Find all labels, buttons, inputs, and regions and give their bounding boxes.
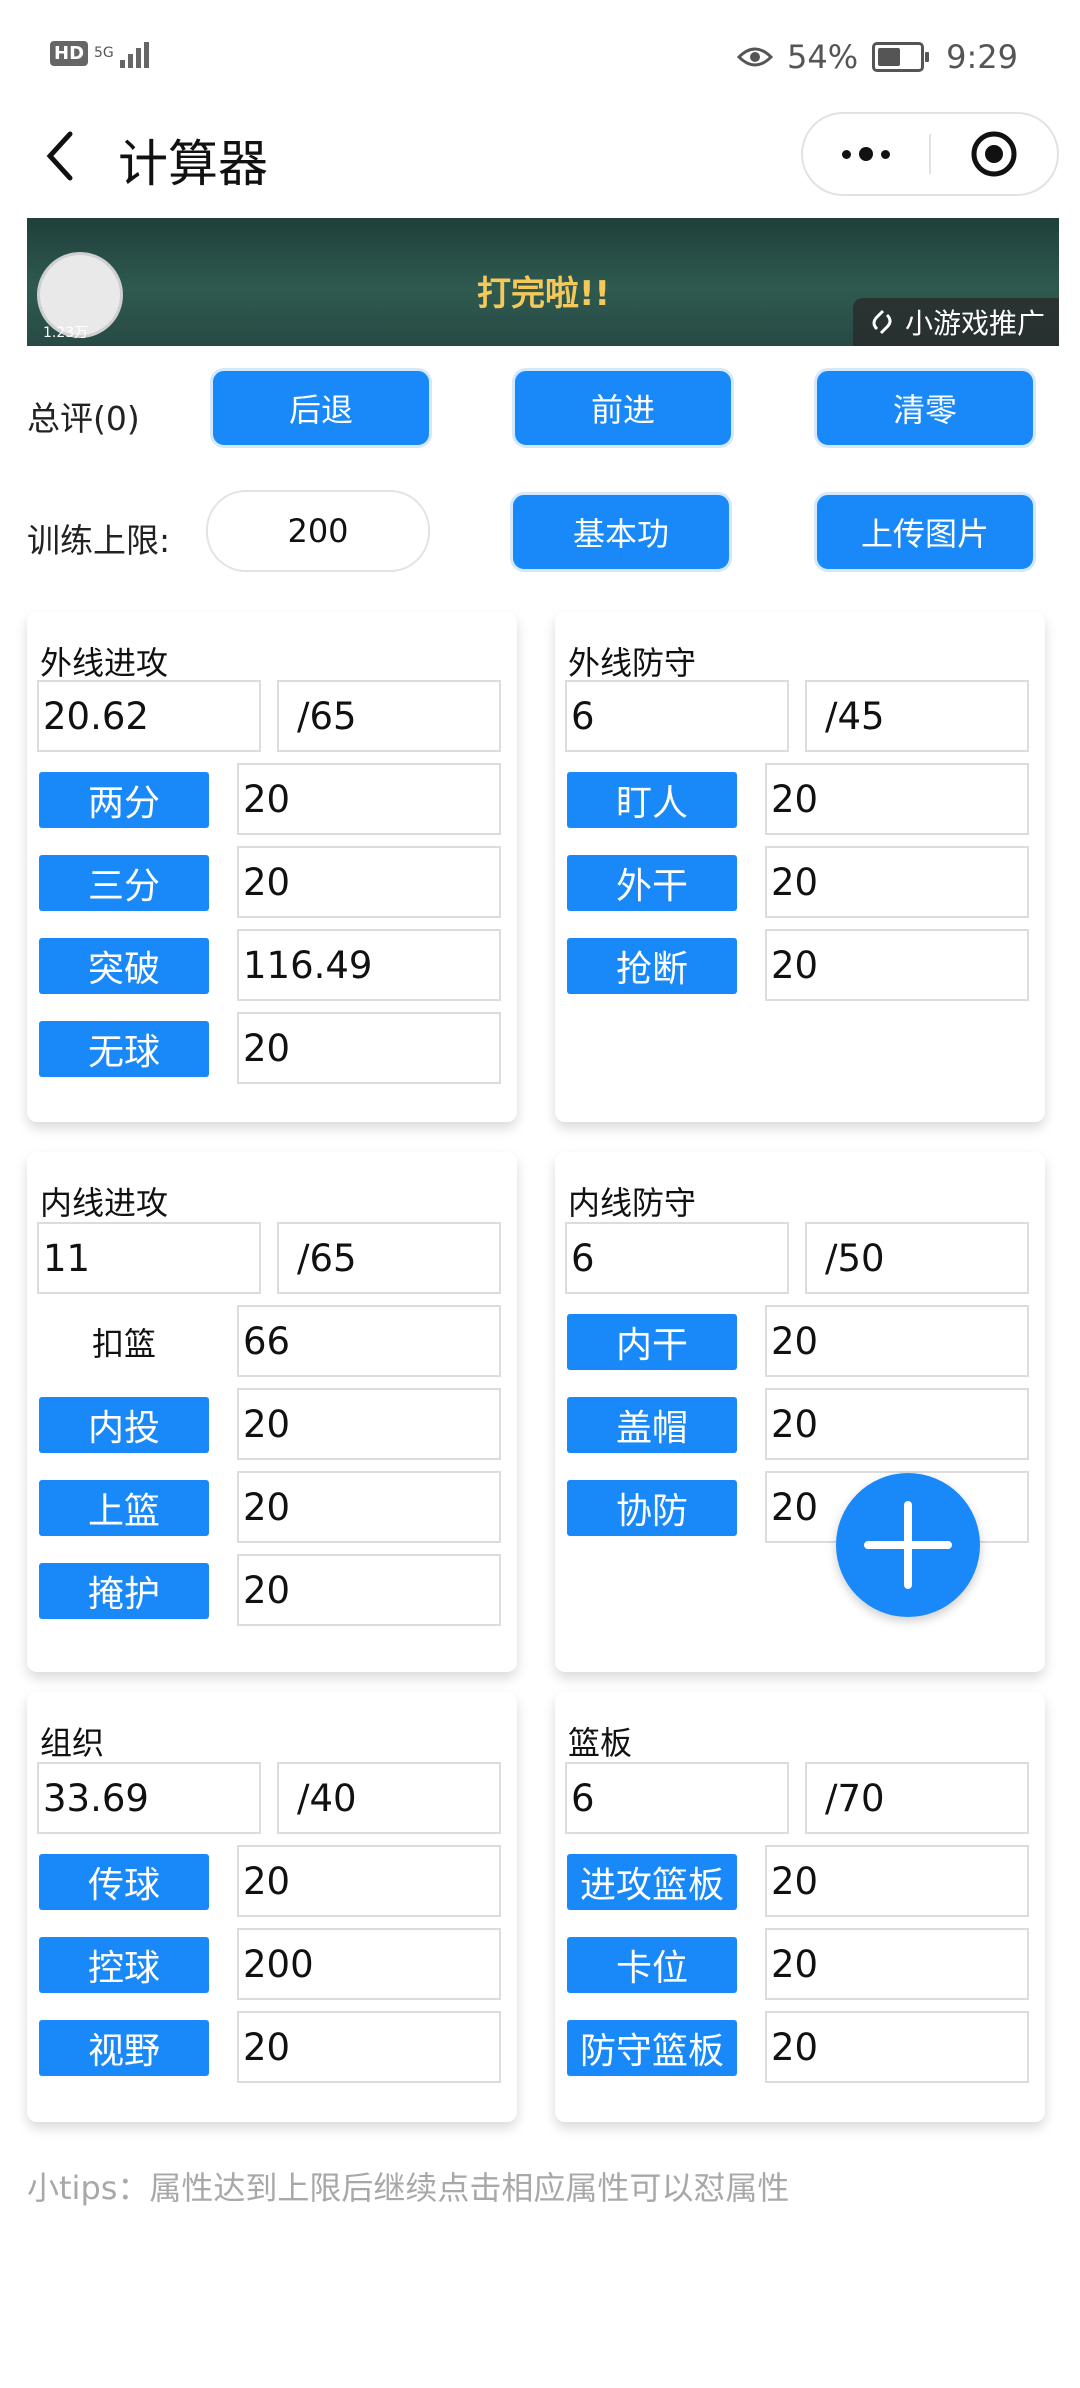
- mini-program-capsule: [801, 112, 1059, 196]
- add-button[interactable]: [836, 1473, 980, 1617]
- attr-value-screen[interactable]: 20: [237, 1554, 501, 1626]
- attr-value-passing[interactable]: 20: [237, 1845, 501, 1917]
- close-mini-program-button[interactable]: [931, 129, 1057, 179]
- limit-field[interactable]: /65: [277, 1222, 501, 1294]
- attr-button-ball-handling[interactable]: 控球: [39, 1937, 209, 1993]
- attr-value-man-defense[interactable]: 20: [765, 763, 1029, 835]
- attr-value-post-shot[interactable]: 20: [237, 1388, 501, 1460]
- attr-button-post-shot[interactable]: 内投: [39, 1397, 209, 1453]
- attr-value-interior-contest[interactable]: 20: [765, 1305, 1029, 1377]
- status-bar-right: 54% 9:29: [737, 38, 1018, 76]
- card-title: 组织: [40, 1724, 105, 1762]
- attr-label-dunk[interactable]: 扣篮: [39, 1314, 209, 1370]
- chevron-left-icon: [46, 131, 73, 181]
- target-icon: [971, 131, 1017, 177]
- clear-button[interactable]: 清零: [814, 368, 1036, 448]
- attr-value-vision[interactable]: 20: [237, 2011, 501, 2083]
- attr-button-off-ball[interactable]: 无球: [39, 1021, 209, 1077]
- card-organize: 组织 33.69 /40 传球 20 控球 200 视野 20: [27, 1692, 517, 2122]
- more-button[interactable]: [803, 147, 929, 161]
- attr-button-steal[interactable]: 抢断: [567, 938, 737, 994]
- attr-value-perimeter-contest[interactable]: 20: [765, 846, 1029, 918]
- card-rebound: 篮板 6 /70 进攻篮板 20 卡位 20 防守篮板 20: [555, 1692, 1045, 2122]
- signal-icon: [119, 38, 149, 68]
- card-title: 内线进攻: [40, 1184, 169, 1222]
- clock: 9:29: [946, 38, 1018, 76]
- attr-value-two-point[interactable]: 20: [237, 763, 501, 835]
- basic-skills-button[interactable]: 基本功: [510, 492, 732, 572]
- battery-icon: [872, 42, 930, 72]
- card-title: 外线进攻: [40, 644, 169, 682]
- back-button[interactable]: [40, 126, 80, 186]
- hd-indicator: HD: [50, 40, 89, 66]
- banner-text: 打完啦!!: [477, 274, 611, 314]
- attr-button-help-defense[interactable]: 协防: [567, 1480, 737, 1536]
- eye-icon: [737, 47, 774, 67]
- limit-field[interactable]: /45: [805, 680, 1029, 752]
- redo-button[interactable]: 前进: [512, 368, 734, 448]
- limit-field[interactable]: /65: [277, 680, 501, 752]
- attr-button-defensive-rebound[interactable]: 防守篮板: [567, 2020, 737, 2076]
- limit-field[interactable]: /70: [805, 1762, 1029, 1834]
- game-ad-banner[interactable]: 1.23万 打完啦!! 小游戏推广: [27, 218, 1059, 346]
- tips-text: 小tips：属性达到上限后继续点击相应属性可以怼属性: [27, 2169, 790, 2207]
- attr-button-two-point[interactable]: 两分: [39, 772, 209, 828]
- attr-value-box-out[interactable]: 20: [765, 1928, 1029, 2000]
- attr-button-screen[interactable]: 掩护: [39, 1563, 209, 1619]
- battery-percent: 54%: [787, 38, 859, 76]
- training-limit-input[interactable]: 200: [206, 490, 430, 572]
- ad-badge: 小游戏推广: [852, 298, 1059, 346]
- total-field[interactable]: 11: [37, 1222, 261, 1294]
- attr-button-drive[interactable]: 突破: [39, 938, 209, 994]
- rating-label: 总评(0): [27, 399, 140, 438]
- upload-image-button[interactable]: 上传图片: [814, 492, 1036, 572]
- ad-label: 小游戏推广: [904, 307, 1045, 340]
- limit-field[interactable]: /40: [277, 1762, 501, 1834]
- total-field[interactable]: 33.69: [37, 1762, 261, 1834]
- training-limit-label: 训练上限:: [27, 521, 171, 560]
- attr-button-perimeter-contest[interactable]: 外干: [567, 855, 737, 911]
- card-title: 篮板: [568, 1724, 633, 1762]
- card-title: 内线防守: [568, 1184, 697, 1222]
- network-label: 5G: [94, 45, 114, 61]
- attr-value-off-ball[interactable]: 20: [237, 1012, 501, 1084]
- card-title: 外线防守: [568, 644, 697, 682]
- attr-value-steal[interactable]: 20: [765, 929, 1029, 1001]
- attr-button-three-point[interactable]: 三分: [39, 855, 209, 911]
- mini-game-link-icon: [872, 309, 892, 335]
- attr-button-box-out[interactable]: 卡位: [567, 1937, 737, 1993]
- attr-value-block[interactable]: 20: [765, 1388, 1029, 1460]
- attr-button-man-defense[interactable]: 盯人: [567, 772, 737, 828]
- attr-value-defensive-rebound[interactable]: 20: [765, 2011, 1029, 2083]
- card-inside-offense: 内线进攻 11 /65 扣篮 66 内投 20 上篮 20 掩护 20: [27, 1152, 517, 1672]
- attr-value-ball-handling[interactable]: 200: [237, 1928, 501, 2000]
- attr-value-drive[interactable]: 116.49: [237, 929, 501, 1001]
- undo-button[interactable]: 后退: [210, 368, 432, 448]
- attr-value-three-point[interactable]: 20: [237, 846, 501, 918]
- total-field[interactable]: 20.62: [37, 680, 261, 752]
- card-outside-defense: 外线防守 6 /45 盯人 20 外干 20 抢断 20: [555, 612, 1045, 1122]
- limit-field[interactable]: /50: [805, 1222, 1029, 1294]
- plus-icon: [864, 1501, 952, 1589]
- attr-button-passing[interactable]: 传球: [39, 1854, 209, 1910]
- total-field[interactable]: 6: [565, 1222, 789, 1294]
- total-field[interactable]: 6: [565, 1762, 789, 1834]
- attr-button-layup[interactable]: 上篮: [39, 1480, 209, 1536]
- total-field[interactable]: 6: [565, 680, 789, 752]
- attr-value-offensive-rebound[interactable]: 20: [765, 1845, 1029, 1917]
- attr-button-interior-contest[interactable]: 内干: [567, 1314, 737, 1370]
- card-outside-offense: 外线进攻 20.62 /65 两分 20 三分 20 突破 116.49 无球 …: [27, 612, 517, 1122]
- attr-button-block[interactable]: 盖帽: [567, 1397, 737, 1453]
- attr-value-dunk[interactable]: 66: [237, 1305, 501, 1377]
- coins-count: 1.23万: [43, 325, 89, 341]
- status-bar-left: HD 5G: [50, 38, 149, 68]
- attr-value-layup[interactable]: 20: [237, 1471, 501, 1543]
- page-title: 计算器: [118, 135, 268, 193]
- attr-button-offensive-rebound[interactable]: 进攻篮板: [567, 1854, 737, 1910]
- attr-button-vision[interactable]: 视野: [39, 2020, 209, 2076]
